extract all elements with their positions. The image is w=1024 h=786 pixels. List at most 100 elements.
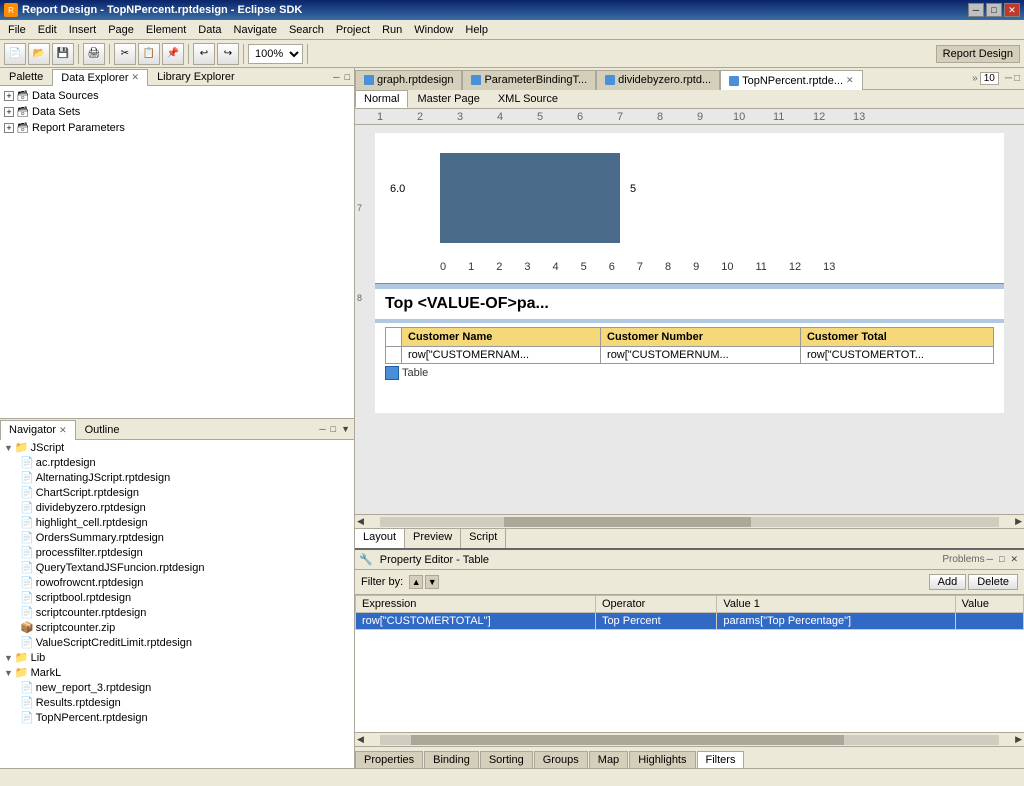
menu-insert[interactable]: Insert <box>63 22 103 38</box>
nav-minimize-btn[interactable]: ─ <box>317 423 327 435</box>
library-explorer-tab[interactable]: Library Explorer <box>148 68 244 85</box>
minimize-button[interactable]: ─ <box>968 3 984 17</box>
paste-button[interactable]: 📌 <box>162 43 184 65</box>
prop-minimize-btn[interactable]: ─ <box>985 553 995 566</box>
navigator-close[interactable]: ✕ <box>59 425 67 436</box>
nav-maximize-btn[interactable]: □ <box>329 423 338 435</box>
tab-highlights[interactable]: Highlights <box>629 751 695 768</box>
nav-alternating[interactable]: 📄 AlternatingJScript.rptdesign <box>0 470 354 485</box>
tab-xmlsource[interactable]: XML Source <box>489 90 567 108</box>
tree-item-reportparams[interactable]: + 🗃 Report Parameters <box>2 120 352 136</box>
nav-results[interactable]: 📄 Results.rptdesign <box>0 695 354 710</box>
navigator-tab[interactable]: Navigator ✕ <box>0 420 76 440</box>
topn-tab-close[interactable]: ✕ <box>846 75 854 86</box>
menu-help[interactable]: Help <box>459 22 494 38</box>
zoom-select[interactable]: 100% 75% 150% <box>248 44 303 64</box>
nav-topnpercent[interactable]: 📄 TopNPercent.rptdesign <box>0 710 354 725</box>
menu-window[interactable]: Window <box>408 22 459 38</box>
nav-jscript[interactable]: ▼ 📁 JScript <box>0 440 354 455</box>
prop-close-btn[interactable]: ✕ <box>1008 553 1020 566</box>
nav-highlight[interactable]: 📄 highlight_cell.rptdesign <box>0 515 354 530</box>
bottom-tab-preview[interactable]: Preview <box>405 529 461 548</box>
nav-processfilter[interactable]: 📄 processfilter.rptdesign <box>0 545 354 560</box>
nav-scriptcounterzip[interactable]: 📦 scriptcounter.zip <box>0 620 354 635</box>
menu-element[interactable]: Element <box>140 22 192 38</box>
nav-scriptbool[interactable]: 📄 scriptbool.rptdesign <box>0 590 354 605</box>
tab-normal[interactable]: Normal <box>355 90 408 108</box>
tab-masterpage[interactable]: Master Page <box>408 90 488 108</box>
tab-dividebyzero[interactable]: dividebyzero.rptd... <box>596 70 720 90</box>
redo-button[interactable]: ↪ <box>217 43 239 65</box>
tab-sorting[interactable]: Sorting <box>480 751 533 768</box>
delete-filter-btn[interactable]: Delete <box>968 574 1018 590</box>
nav-lib[interactable]: ▼ 📁 Lib <box>0 650 354 665</box>
canvas-scroll-area[interactable]: 7 8 6.0 5 0 1 2 3 4 5 <box>355 125 1024 514</box>
menu-run[interactable]: Run <box>376 22 408 38</box>
tab-graph[interactable]: graph.rptdesign <box>355 70 462 90</box>
view-menu-btn[interactable]: ─ <box>1005 73 1012 84</box>
tree-item-datasources[interactable]: + 🗃 Data Sources <box>2 88 352 104</box>
bottom-tab-layout[interactable]: Layout <box>355 529 405 548</box>
scroll-left-btn[interactable]: ◀ <box>355 516 366 527</box>
bottom-tab-script[interactable]: Script <box>461 529 506 548</box>
prop-row-0[interactable]: row["CUSTOMERTOTAL"] Top Percent params[… <box>356 613 1024 630</box>
maximize-button[interactable]: □ <box>986 3 1002 17</box>
nav-newreport3[interactable]: 📄 new_report_3.rptdesign <box>0 680 354 695</box>
cut-button[interactable]: ✂ <box>114 43 136 65</box>
nav-dividebyzero[interactable]: 📄 dividebyzero.rptdesign <box>0 500 354 515</box>
menu-page[interactable]: Page <box>102 22 140 38</box>
nav-chartscript[interactable]: 📄 ChartScript.rptdesign <box>0 485 354 500</box>
nav-scriptcounter[interactable]: 📄 scriptcounter.rptdesign <box>0 605 354 620</box>
nav-orders[interactable]: 📄 OrdersSummary.rptdesign <box>0 530 354 545</box>
nav-view-menu-btn[interactable]: ▼ <box>339 423 352 435</box>
prop-maximize-btn[interactable]: □ <box>997 553 1006 566</box>
expand-datasets[interactable]: + <box>4 107 14 117</box>
tab-topnpercent[interactable]: TopNPercent.rptde... ✕ <box>720 70 862 90</box>
h-scroll[interactable]: ◀ ▶ <box>355 514 1024 528</box>
tab-parameterbinding[interactable]: ParameterBindingT... <box>462 70 596 90</box>
h-scroll-thumb[interactable] <box>504 517 752 527</box>
tab-binding[interactable]: Binding <box>424 751 479 768</box>
prop-scroll-left[interactable]: ◀ <box>355 734 366 745</box>
filter-down-btn[interactable]: ▼ <box>425 575 439 589</box>
panel-maximize-btn[interactable]: □ <box>343 71 352 83</box>
print-button[interactable]: 🖨 <box>83 43 105 65</box>
palette-tab[interactable]: Palette <box>0 68 52 85</box>
nav-valuescript[interactable]: 📄 ValueScriptCreditLimit.rptdesign <box>0 635 354 650</box>
tab-properties[interactable]: Properties <box>355 751 423 768</box>
menu-edit[interactable]: Edit <box>32 22 63 38</box>
data-explorer-close[interactable]: ✕ <box>132 72 140 83</box>
outline-tab[interactable]: Outline <box>76 419 129 439</box>
prop-scroll-track[interactable] <box>380 735 999 745</box>
tab-filters[interactable]: Filters <box>697 751 745 768</box>
new-button[interactable]: 📄 <box>4 43 26 65</box>
menu-data[interactable]: Data <box>192 22 227 38</box>
nav-rowofrow[interactable]: 📄 rowofrowcnt.rptdesign <box>0 575 354 590</box>
menu-file[interactable]: File <box>2 22 32 38</box>
scroll-right-btn[interactable]: ▶ <box>1013 516 1024 527</box>
filter-up-btn[interactable]: ▲ <box>409 575 423 589</box>
expand-reportparams[interactable]: + <box>4 123 14 133</box>
nav-querytext[interactable]: 📄 QueryTextandJSFuncion.rptdesign <box>0 560 354 575</box>
nav-ac[interactable]: 📄 ac.rptdesign <box>0 455 354 470</box>
copy-button[interactable]: 📋 <box>138 43 160 65</box>
prop-scroll-thumb[interactable] <box>411 735 844 745</box>
editor-max-btn[interactable]: □ <box>1014 73 1020 84</box>
tab-map[interactable]: Map <box>589 751 628 768</box>
bottom-scroll[interactable]: ◀ ▶ <box>355 732 1024 746</box>
expand-datasources[interactable]: + <box>4 91 14 101</box>
menu-navigate[interactable]: Navigate <box>228 22 283 38</box>
window-controls[interactable]: ─ □ ✕ <box>968 3 1020 17</box>
panel-minimize-btn[interactable]: ─ <box>331 71 341 83</box>
data-explorer-tab[interactable]: Data Explorer ✕ <box>52 69 148 86</box>
menu-search[interactable]: Search <box>283 22 330 38</box>
tree-item-datasets[interactable]: + 🗃 Data Sets <box>2 104 352 120</box>
nav-markl[interactable]: ▼ 📁 MarkL <box>0 665 354 680</box>
undo-button[interactable]: ↩ <box>193 43 215 65</box>
add-filter-btn[interactable]: Add <box>929 574 967 590</box>
h-scroll-track[interactable] <box>380 517 999 527</box>
open-button[interactable]: 📂 <box>28 43 50 65</box>
menu-project[interactable]: Project <box>330 22 376 38</box>
tab-overflow-count[interactable]: 10 <box>980 72 999 85</box>
tab-groups[interactable]: Groups <box>534 751 588 768</box>
